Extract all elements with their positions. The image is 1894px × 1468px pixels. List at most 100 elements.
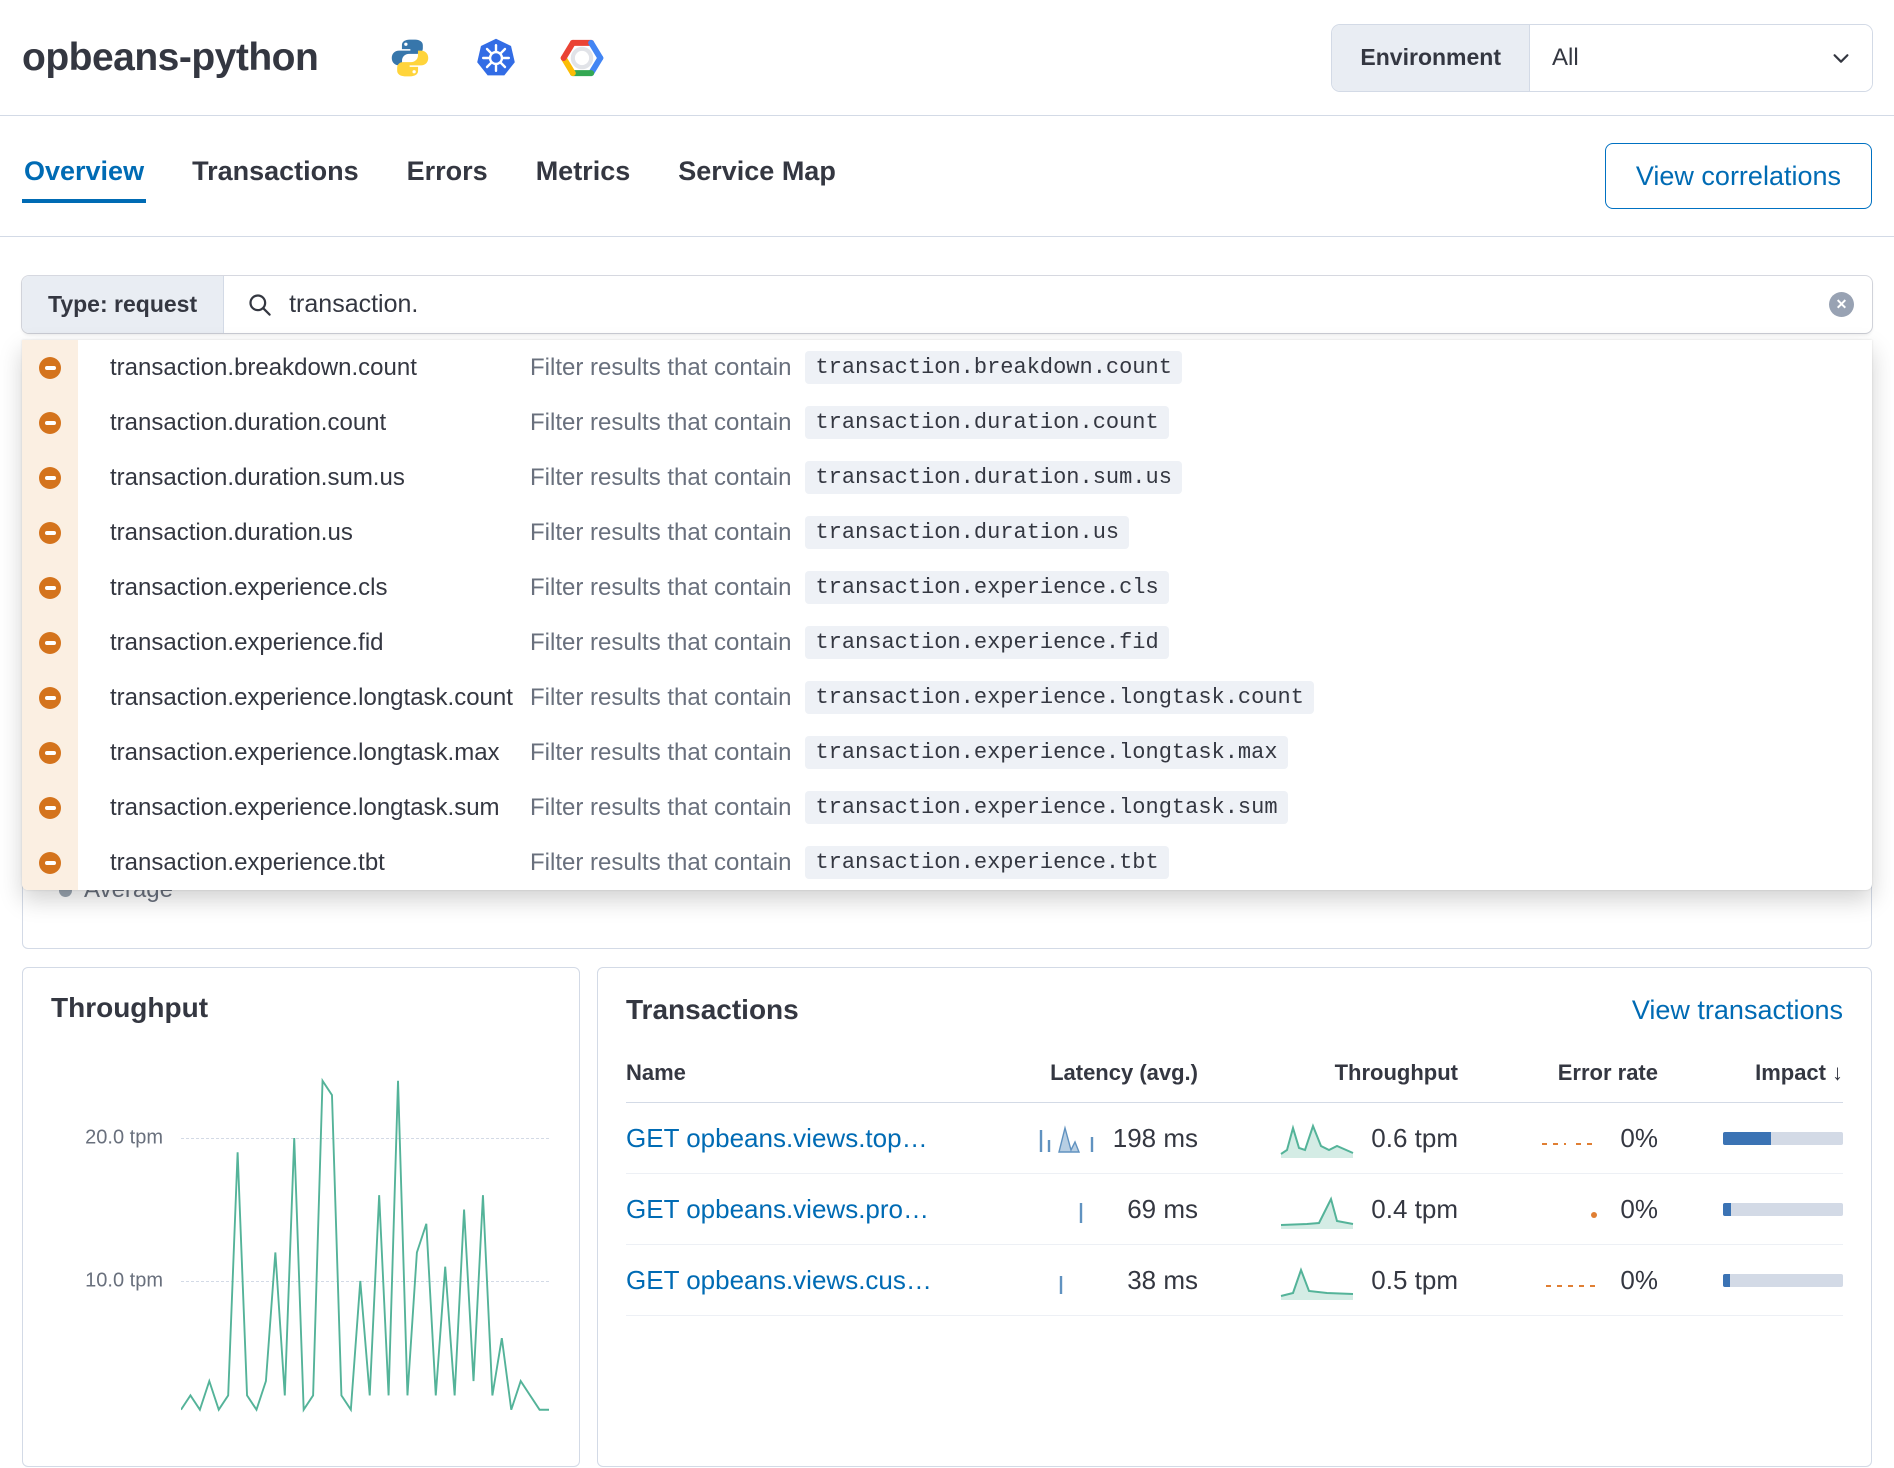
suggestion-item[interactable]: transaction.duration.sum.us Filter resul… [22,450,1872,505]
kql-field-icon [22,615,78,670]
transactions-table: Name Latency (avg.) Throughput Error rat… [626,1052,1843,1316]
suggestion-field-name: transaction.experience.tbt [110,849,530,877]
column-header-throughput[interactable]: Throughput [1208,1060,1458,1086]
suggestion-item[interactable]: transaction.experience.longtask.sum Filt… [22,780,1872,835]
table-row: GET opbeans.views.top_pr... 198 ms [626,1103,1843,1174]
kql-field-icon [22,395,78,450]
throughput-sparkline [1279,1118,1357,1158]
chevron-down-icon [1830,47,1852,69]
suggestion-field-name: transaction.duration.sum.us [110,464,530,492]
kql-field-icon [22,780,78,835]
impact-bar [1723,1274,1843,1287]
latency-value: 38 ms [1127,1265,1198,1296]
overview-panels: Throughput 20.0 tpm 10.0 tpm Transaction… [22,967,1872,1467]
suggestion-field-name: transaction.experience.fid [110,629,530,657]
error-rate-value: 0% [1620,1265,1658,1296]
column-header-latency[interactable]: Latency (avg.) [948,1060,1198,1086]
suggestion-hint: Filter results that contain [530,739,791,767]
suggestion-hint: Filter results that contain [530,849,791,877]
suggestion-item[interactable]: transaction.experience.longtask.max Filt… [22,725,1872,780]
suggestion-item[interactable]: transaction.duration.count Filter result… [22,395,1872,450]
kql-field-icon [22,340,78,395]
suggestion-field-name: transaction.experience.longtask.max [110,739,530,767]
y-axis-tick: 20.0 tpm [51,1127,163,1150]
latency-value: 69 ms [1127,1194,1198,1225]
suggestion-field-name: transaction.duration.count [110,409,530,437]
column-header-impact-label: Impact [1755,1060,1826,1085]
throughput-chart: 20.0 tpm 10.0 tpm [51,1048,555,1468]
sort-descending-icon: ↓ [1832,1060,1843,1085]
table-header-row: Name Latency (avg.) Throughput Error rat… [626,1052,1843,1103]
transaction-link[interactable]: GET opbeans.views.custo... [626,1265,938,1296]
column-header-error-rate[interactable]: Error rate [1468,1060,1658,1086]
suggestion-item[interactable]: transaction.experience.fid Filter result… [22,615,1872,670]
service-tech-icons [388,36,604,80]
tab-errors[interactable]: Errors [405,150,490,203]
suggestion-item[interactable]: transaction.breakdown.count Filter resul… [22,340,1872,395]
throughput-value: 0.6 tpm [1371,1123,1458,1154]
page-title: opbeans-python [22,36,318,80]
environment-filter: Environment All [1332,25,1872,91]
error-rate-value: 0% [1620,1194,1658,1225]
suggestion-hint: Filter results that contain [530,409,791,437]
service-header: opbeans-python [0,0,1894,116]
view-correlations-button[interactable]: View correlations [1605,143,1872,209]
suggestion-code: transaction.breakdown.count [805,351,1181,384]
suggestion-field-name: transaction.experience.longtask.count [110,684,530,712]
clear-search-button[interactable]: ✕ [1829,292,1854,317]
suggestion-item[interactable]: transaction.experience.tbt Filter result… [22,835,1872,890]
gcp-logo-icon [560,36,604,80]
search-icon [246,291,273,318]
tab-metrics[interactable]: Metrics [534,150,633,203]
throughput-sparkline [1279,1189,1357,1229]
panel-title-throughput: Throughput [51,992,555,1024]
service-tabs: Overview Transactions Errors Metrics Ser… [0,116,1894,237]
transactions-panel: Transactions View transactions Name Late… [597,967,1872,1467]
suggestion-item[interactable]: transaction.experience.cls Filter result… [22,560,1872,615]
throughput-sparkline [1279,1260,1357,1300]
panel-title-transactions: Transactions [626,994,799,1026]
kql-search-input[interactable] [287,289,1819,320]
impact-bar [1723,1203,1843,1216]
view-transactions-link[interactable]: View transactions [1632,995,1843,1026]
transaction-link[interactable]: GET opbeans.views.produc... [626,1194,938,1225]
transaction-link[interactable]: GET opbeans.views.top_pr... [626,1123,938,1154]
environment-value: All [1552,44,1579,72]
environment-select[interactable]: All [1530,25,1872,91]
suggestion-code: transaction.duration.count [805,406,1168,439]
suggestion-item[interactable]: transaction.duration.us Filter results t… [22,505,1872,560]
y-axis-tick: 10.0 tpm [51,1270,163,1293]
suggestion-code: transaction.experience.longtask.count [805,681,1313,714]
suggestion-code: transaction.experience.cls [805,571,1168,604]
suggestion-field-name: transaction.experience.longtask.sum [110,794,530,822]
close-icon: ✕ [1836,296,1848,313]
suggestion-hint: Filter results that contain [530,574,791,602]
tab-service-map[interactable]: Service Map [676,150,838,203]
kql-field-icon [22,450,78,505]
suggestion-hint: Filter results that contain [530,354,791,382]
suggestion-code: transaction.experience.fid [805,626,1168,659]
tab-transactions[interactable]: Transactions [190,150,361,203]
impact-bar [1723,1132,1843,1145]
suggestion-hint: Filter results that contain [530,464,791,492]
suggestion-hint: Filter results that contain [530,629,791,657]
kubernetes-logo-icon [474,36,518,80]
suggestion-item[interactable]: transaction.experience.longtask.count Fi… [22,670,1872,725]
latency-sparkline [1035,1120,1099,1156]
column-header-name: Name [626,1060,938,1086]
kql-search-area: Type: request ✕ transaction.breakdown.co… [22,276,1872,333]
kql-suggestions-popover: transaction.breakdown.count Filter resul… [22,340,1872,890]
suggestion-hint: Filter results that contain [530,684,791,712]
error-rate-value: 0% [1620,1123,1658,1154]
kql-search-bar: Type: request ✕ [22,276,1872,333]
column-header-impact[interactable]: Impact↓ [1668,1060,1843,1086]
tab-overview[interactable]: Overview [22,150,146,203]
kql-field-icon [22,670,78,725]
latency-sparkline [1049,1191,1113,1227]
throughput-value: 0.5 tpm [1371,1265,1458,1296]
kql-field-icon [22,505,78,560]
python-logo-icon [388,36,432,80]
suggestion-code: transaction.experience.tbt [805,846,1168,879]
throughput-panel: Throughput 20.0 tpm 10.0 tpm [22,967,580,1467]
kql-field-icon [22,835,78,890]
